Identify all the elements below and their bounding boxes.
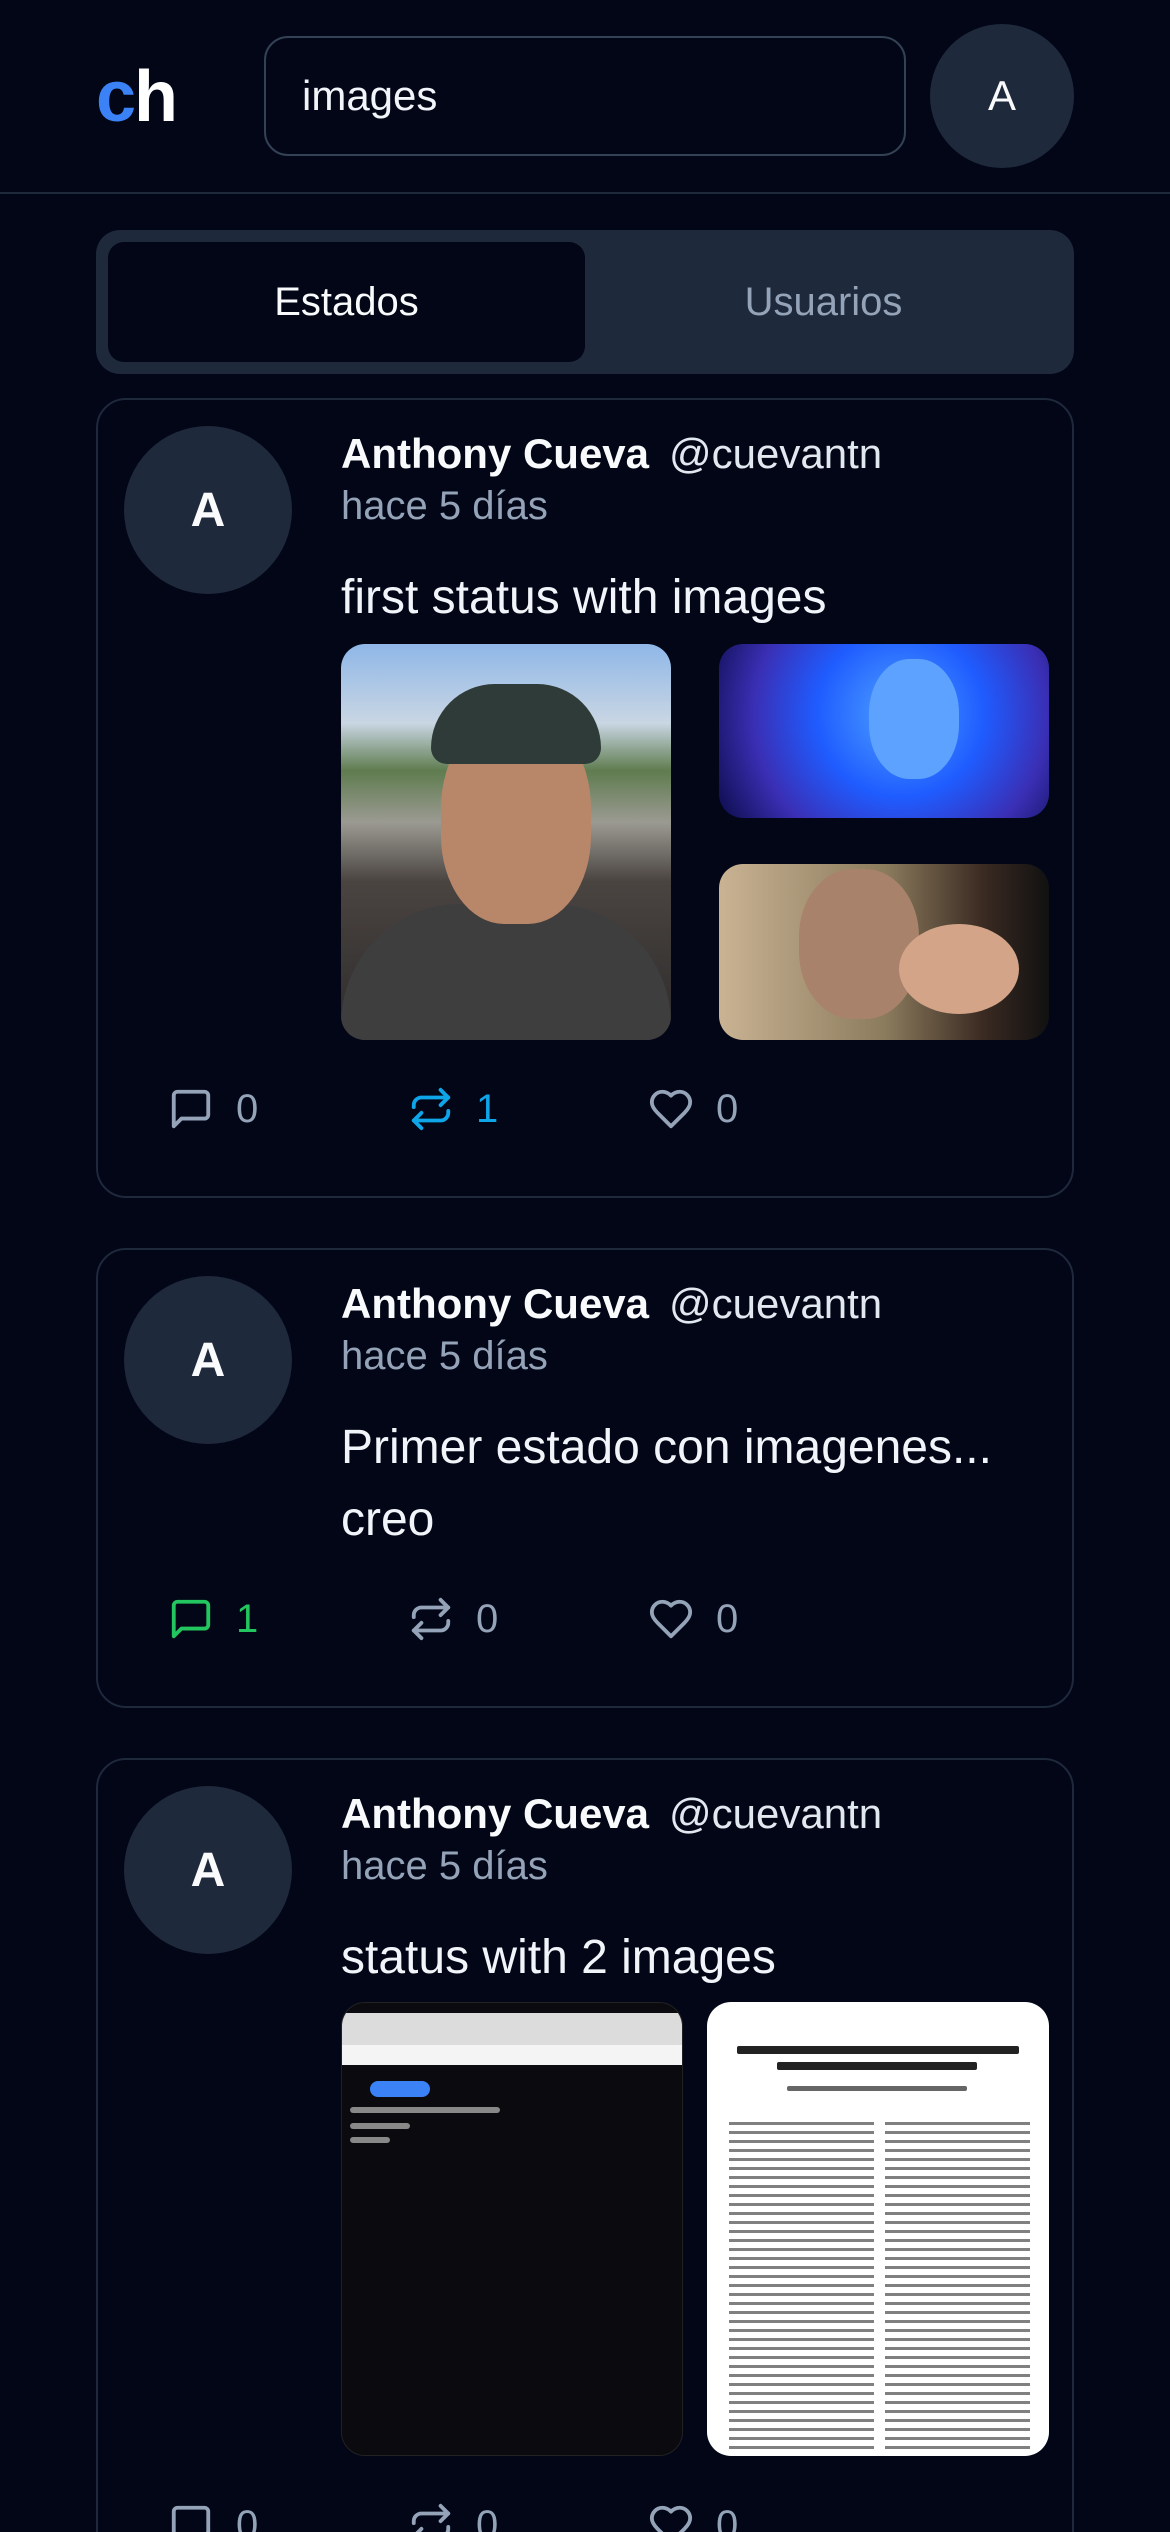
avatar[interactable]: A: [124, 1276, 292, 1444]
post-image-selfie[interactable]: [341, 644, 671, 1040]
comment-button[interactable]: 0: [168, 2502, 408, 2532]
post-meta: Anthony Cueva @cuevantn hace 5 días: [341, 430, 882, 529]
post-time: hace 5 días: [341, 1334, 548, 1378]
repeat-icon: [411, 1597, 451, 1641]
comment-count: 0: [236, 1086, 259, 1131]
app-logo[interactable]: ch: [96, 52, 178, 142]
post-image-paper[interactable]: [707, 2002, 1049, 2456]
status-card[interactable]: A Anthony Cueva @cuevantn hace 5 días sta…: [96, 1758, 1074, 2532]
repost-button[interactable]: 0: [408, 2502, 648, 2532]
post-image-screenshot[interactable]: [341, 2002, 683, 2456]
author-name[interactable]: Anthony Cueva: [341, 1790, 649, 1837]
repost-count: 0: [476, 1596, 499, 1641]
post-actions: 0 0 0: [168, 2502, 888, 2532]
post-time: hace 5 días: [341, 484, 548, 528]
author-handle[interactable]: @cuevantn: [669, 1790, 882, 1837]
like-count: 0: [716, 2502, 739, 2532]
heart-icon: [649, 1089, 693, 1129]
like-button[interactable]: 0: [648, 1086, 888, 1132]
post-image-closeup[interactable]: [719, 864, 1049, 1040]
like-button[interactable]: 0: [648, 2502, 888, 2532]
status-card[interactable]: A Anthony Cueva @cuevantn hace 5 días fir…: [96, 398, 1074, 1198]
avatar[interactable]: A: [124, 426, 292, 594]
post-actions: 0 1 0: [168, 1086, 888, 1132]
post-text: Primer estado con imagenes... creo: [341, 1421, 992, 1546]
comment-button[interactable]: 0: [168, 1086, 408, 1132]
tab-usuarios[interactable]: Usuarios: [585, 242, 1062, 362]
repost-button[interactable]: 1: [408, 1086, 648, 1132]
profile-avatar-button[interactable]: A: [930, 24, 1074, 168]
repost-count: 1: [476, 1086, 499, 1131]
search-input[interactable]: images: [264, 36, 906, 156]
heart-icon: [649, 1599, 693, 1639]
repeat-icon: [411, 2503, 451, 2532]
author-name[interactable]: Anthony Cueva: [341, 430, 649, 477]
comment-count: 1: [236, 1596, 259, 1641]
author-handle[interactable]: @cuevantn: [669, 430, 882, 477]
like-button[interactable]: 0: [648, 1596, 888, 1642]
post-time: hace 5 días: [341, 1844, 548, 1888]
status-card[interactable]: A Anthony Cueva @cuevantn hace 5 días Pri…: [96, 1248, 1074, 1708]
repeat-icon: [411, 1087, 451, 1131]
post-text: first status with images: [341, 571, 827, 624]
tab-estados[interactable]: Estados: [108, 242, 585, 362]
repost-button[interactable]: 0: [408, 1596, 648, 1642]
message-square-icon: [171, 2505, 211, 2532]
results-tabs: Estados Usuarios: [96, 230, 1074, 374]
message-square-icon: [171, 1089, 211, 1129]
like-count: 0: [716, 1086, 739, 1131]
search-input-value: images: [302, 72, 438, 119]
post-actions: 1 0 0: [168, 1596, 888, 1642]
post-meta: Anthony Cueva @cuevantn hace 5 días: [341, 1790, 882, 1889]
author-handle[interactable]: @cuevantn: [669, 1280, 882, 1327]
post-text: status with 2 images: [341, 1931, 776, 1984]
comment-button[interactable]: 1: [168, 1596, 408, 1642]
author-name[interactable]: Anthony Cueva: [341, 1280, 649, 1327]
top-header: ch images A: [0, 0, 1170, 194]
avatar[interactable]: A: [124, 1786, 292, 1954]
post-meta: Anthony Cueva @cuevantn hace 5 días: [341, 1280, 882, 1379]
post-image-blue[interactable]: [719, 644, 1049, 818]
like-count: 0: [716, 1596, 739, 1641]
comment-count: 0: [236, 2502, 259, 2532]
heart-icon: [649, 2505, 693, 2532]
message-square-icon: [171, 1599, 211, 1639]
repost-count: 0: [476, 2502, 499, 2532]
